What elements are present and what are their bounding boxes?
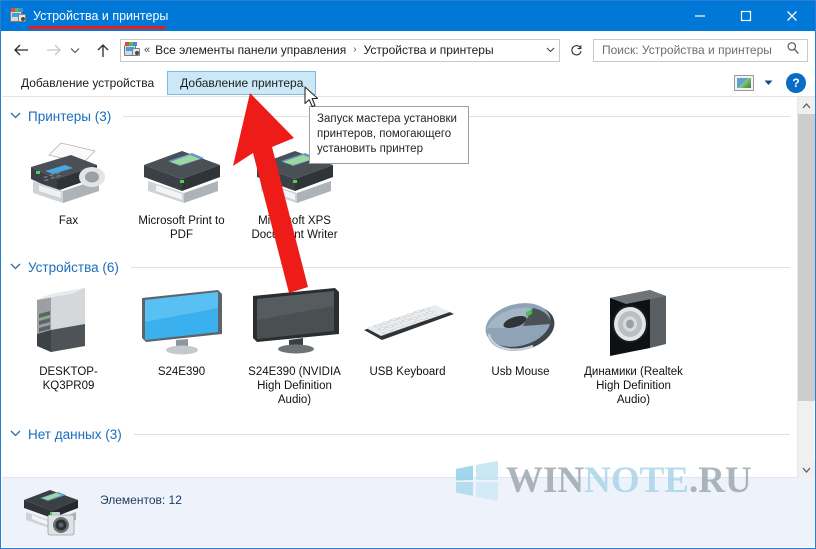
group-label-no-data: Нет данных (3) (28, 426, 122, 442)
device-tile-s24e390-nvidia-audio[interactable]: S24E390 (NVIDIA High Definition Audio) (238, 284, 351, 407)
speaker-icon (588, 284, 680, 358)
keyboard-icon (358, 284, 458, 358)
collapse-chevron-down-icon[interactable] (10, 111, 21, 122)
item-count-label: Элементов: 12 (100, 492, 182, 507)
back-button[interactable] (8, 37, 34, 63)
red-underline-annotation (29, 26, 166, 29)
desktop-tower-icon (23, 284, 115, 358)
device-tile-fax[interactable]: Fax (12, 133, 125, 228)
search-icon[interactable] (786, 41, 800, 60)
monitor-blue-icon (132, 284, 232, 358)
window-controls (677, 1, 815, 31)
fax-printer-icon (23, 133, 115, 207)
preview-pane-icon[interactable] (734, 74, 754, 91)
device-label: Usb Mouse (491, 366, 550, 378)
address-devices-printers-icon (124, 42, 140, 58)
group-header-no-data[interactable]: Нет данных (3) (2, 423, 798, 445)
toolbar-right-group: ? (734, 72, 815, 93)
add-device-button[interactable]: Добавление устройства (8, 71, 167, 95)
devices-printers-icon (10, 8, 26, 24)
add-printer-button[interactable]: Добавление принтера (167, 70, 317, 95)
devices-tile-row: DESKTOP-KQ3PR09 S24E390 S24E390 (NVIDIA … (2, 278, 798, 407)
group-rule (133, 433, 790, 435)
up-button[interactable] (90, 37, 116, 63)
breadcrumb-control-panel[interactable]: Все элементы панели управления (153, 43, 348, 57)
address-bar[interactable]: « Все элементы панели управления › Устро… (120, 38, 560, 62)
group-rule (130, 266, 790, 268)
group-label-devices: Устройства (6) (28, 259, 119, 275)
device-label: Fax (58, 215, 79, 227)
breadcrumb-separator[interactable]: › (353, 45, 356, 55)
address-dropdown-chevron-down-icon[interactable] (541, 45, 559, 56)
command-toolbar: Добавление устройства Добавление принтер… (2, 69, 815, 97)
tooltip: Запуск мастера установки принтеров, помо… (309, 106, 469, 164)
printer-camera-preview-icon (20, 484, 86, 542)
forward-button[interactable] (40, 37, 66, 63)
view-dropdown-chevron-down-icon[interactable] (758, 78, 778, 88)
device-label: Динамики (Realtek High Definition Audio) (584, 366, 683, 406)
device-label: DESKTOP-KQ3PR09 (39, 366, 98, 392)
mouse-icon (473, 284, 569, 358)
monitor-dark-icon (245, 284, 345, 358)
status-bar: Элементов: 12 (2, 477, 815, 547)
device-tile-desktop[interactable]: DESKTOP-KQ3PR09 (12, 284, 125, 393)
device-tile-usb-mouse[interactable]: Usb Mouse (464, 284, 577, 379)
device-label: Microsoft XPS Document Writer (251, 215, 338, 241)
device-label: Microsoft Print to PDF (138, 215, 225, 241)
scrollbar-thumb[interactable] (798, 114, 815, 401)
scroll-down-button[interactable] (798, 461, 815, 478)
scroll-up-button[interactable] (798, 97, 815, 114)
printer-icon (136, 133, 228, 207)
device-tile-usb-keyboard[interactable]: USB Keyboard (351, 284, 464, 379)
device-label: USB Keyboard (369, 366, 446, 378)
refresh-button[interactable] (566, 39, 587, 62)
navigation-bar: « Все элементы панели управления › Устро… (2, 31, 815, 69)
vertical-scrollbar[interactable] (797, 97, 815, 478)
device-tile-microsoft-print-to-pdf[interactable]: Microsoft Print to PDF (125, 133, 238, 242)
group-label-printers: Принтеры (3) (28, 108, 112, 124)
devices-and-printers-window: Устройства и принтеры « Все элементы пан… (0, 0, 816, 549)
close-button[interactable] (769, 1, 815, 31)
recent-locations-button[interactable] (66, 37, 84, 63)
maximize-button[interactable] (723, 1, 769, 31)
device-tile-speakers[interactable]: Динамики (Realtek High Definition Audio) (577, 284, 690, 407)
mouse-cursor (304, 86, 319, 108)
search-box[interactable]: Поиск: Устройства и принтеры (593, 38, 808, 62)
device-label: S24E390 (157, 366, 206, 378)
group-header-devices[interactable]: Устройства (6) (2, 256, 798, 278)
address-overflow-chevron[interactable]: « (144, 44, 150, 56)
breadcrumb-devices-printers[interactable]: Устройства и принтеры (362, 43, 496, 57)
collapse-chevron-down-icon[interactable] (10, 262, 21, 273)
device-tile-s24e390[interactable]: S24E390 (125, 284, 238, 379)
minimize-button[interactable] (677, 1, 723, 31)
search-input[interactable]: Поиск: Устройства и принтеры (602, 43, 772, 57)
help-button[interactable]: ? (786, 72, 806, 93)
collapse-chevron-down-icon[interactable] (10, 429, 21, 440)
device-label: S24E390 (NVIDIA High Definition Audio) (248, 366, 341, 406)
